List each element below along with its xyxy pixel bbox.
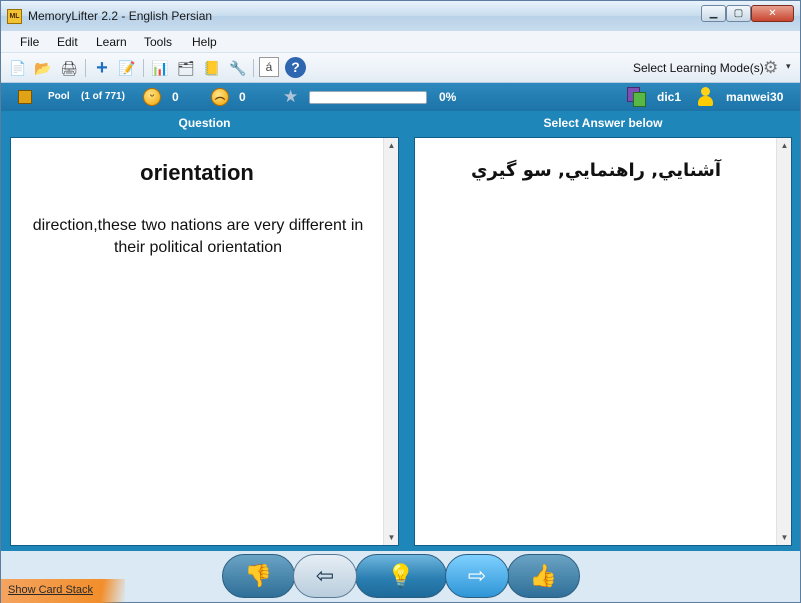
question-scrollbar[interactable]: ▲ ▼ bbox=[383, 138, 398, 545]
maximize-button[interactable]: ▢ bbox=[726, 5, 751, 22]
card-area: Question Select Answer below orientation… bbox=[1, 111, 800, 551]
correct-count: 0 bbox=[172, 90, 179, 104]
print-icon[interactable]: 🖨 bbox=[58, 57, 80, 79]
minimize-button[interactable]: ▁ bbox=[701, 5, 726, 22]
thumbs-down-icon[interactable]: 👎 bbox=[222, 554, 295, 598]
dictionary-icon[interactable] bbox=[627, 87, 647, 107]
question-example: direction,these two nations are very dif… bbox=[32, 217, 364, 256]
menu-learn[interactable]: Learn bbox=[96, 35, 127, 49]
progress-percent: 0% bbox=[439, 90, 457, 104]
presentation-icon[interactable]: 📊 bbox=[149, 57, 171, 79]
open-folder-icon[interactable]: 📂 bbox=[32, 57, 54, 79]
correct-smiley-icon: ᵕ bbox=[143, 88, 161, 106]
pool-box-icon[interactable] bbox=[18, 90, 32, 104]
wrong-smiley-icon: ︵ bbox=[211, 88, 229, 106]
show-card-stack[interactable]: Show Card Stack bbox=[1, 579, 125, 603]
scroll-up-icon[interactable]: ▲ bbox=[384, 138, 399, 153]
chevron-down-icon[interactable]: ▾ bbox=[786, 61, 791, 72]
hint-lightbulb-icon[interactable]: 💡 bbox=[355, 554, 447, 598]
user-icon[interactable] bbox=[697, 87, 713, 107]
question-word: orientation bbox=[140, 160, 254, 185]
learning-mode-label[interactable]: Select Learning Mode(s) bbox=[633, 61, 764, 75]
add-card-icon[interactable]: + bbox=[91, 57, 113, 79]
print-cards-icon[interactable]: 🗂 bbox=[175, 57, 197, 79]
show-card-stack-link[interactable]: Show Card Stack bbox=[8, 584, 93, 596]
dictionary-name[interactable]: dic1 bbox=[657, 90, 681, 104]
gear-icon[interactable]: ⚙ bbox=[763, 58, 783, 78]
settings-tools-icon[interactable]: 🔧 bbox=[227, 57, 249, 79]
pool-count: (1 of 771) bbox=[81, 91, 125, 102]
progress-bar bbox=[309, 91, 427, 104]
help-icon[interactable]: ? bbox=[285, 57, 306, 78]
toolbar-separator bbox=[85, 59, 86, 77]
wrong-count: 0 bbox=[239, 90, 246, 104]
character-map-icon[interactable]: á bbox=[259, 57, 279, 77]
next-arrow-icon[interactable]: ⇨ bbox=[445, 554, 509, 598]
window-title: MemoryLifter 2.2 - English Persian bbox=[28, 9, 213, 23]
title-bar: ML MemoryLifter 2.2 - English Persian ▁ … bbox=[1, 1, 800, 31]
question-panel: orientation direction,these two nations … bbox=[10, 137, 399, 546]
answer-text: آشنايي, راهنمايي, سو گيري bbox=[470, 160, 722, 181]
menu-edit[interactable]: Edit bbox=[57, 35, 78, 49]
close-button[interactable]: ✕ bbox=[751, 5, 794, 22]
answer-scrollbar[interactable]: ▲ ▼ bbox=[776, 138, 791, 545]
app-window: ML MemoryLifter 2.2 - English Persian ▁ … bbox=[0, 0, 801, 603]
menu-tools[interactable]: Tools bbox=[144, 35, 172, 49]
user-name[interactable]: manwei30 bbox=[726, 90, 783, 104]
menu-file[interactable]: File bbox=[20, 35, 39, 49]
app-logo-icon: ML bbox=[7, 9, 22, 24]
status-strip: Pool (1 of 771) ᵕ 0 ︵ 0 ★ 0% dic1 manwei… bbox=[1, 83, 800, 111]
dictionary-book-icon[interactable]: 📒 bbox=[201, 57, 223, 79]
menu-bar: File Edit Learn Tools Help bbox=[1, 31, 800, 53]
menu-help[interactable]: Help bbox=[192, 35, 217, 49]
toolbar-separator bbox=[143, 59, 144, 77]
new-file-icon[interactable]: 📄 bbox=[7, 57, 29, 79]
scroll-down-icon[interactable]: ▼ bbox=[384, 530, 399, 545]
question-header: Question bbox=[178, 116, 231, 130]
toolbar-separator bbox=[253, 59, 254, 77]
scroll-down-icon[interactable]: ▼ bbox=[777, 530, 792, 545]
scroll-up-icon[interactable]: ▲ bbox=[777, 138, 792, 153]
pool-label: Pool bbox=[48, 91, 70, 102]
star-icon: ★ bbox=[283, 87, 299, 106]
answer-panel: آشنايي, راهنمايي, سو گيري ▲ ▼ bbox=[414, 137, 792, 546]
previous-arrow-icon[interactable]: ⇦ bbox=[293, 554, 357, 598]
answer-header: Select Answer below bbox=[543, 116, 663, 130]
toolbar: 📄 📂 🖨 + 📝 📊 🗂 📒 🔧 á ? Select Learning Mo… bbox=[1, 53, 800, 83]
thumbs-up-icon[interactable]: 👍 bbox=[507, 554, 580, 598]
edit-card-icon[interactable]: 📝 bbox=[116, 57, 138, 79]
